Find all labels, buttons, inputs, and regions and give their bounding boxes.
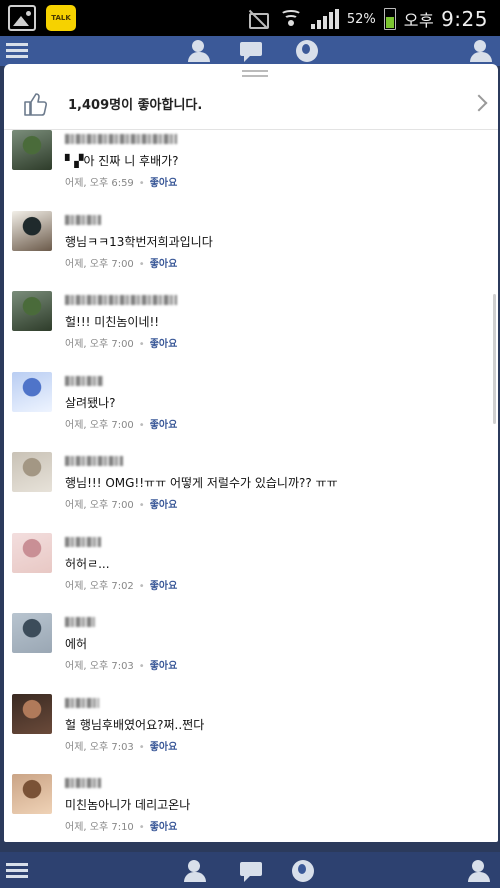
comment-meta: 어제, 오후 7:10 • 좋아요 — [65, 822, 178, 833]
like-link[interactable]: 좋아요 — [150, 420, 178, 431]
comment-text: 허허ㄹ... — [65, 556, 110, 571]
comment-text: 행님!!! OMG!!ㅠㅠ 어떻게 저럴수가 있습니까?? ㅠㅠ — [65, 476, 338, 490]
comment-item: 살려됐나? 어제, 오후 7:00 • 좋아요 — [4, 371, 498, 453]
comment-item: ▘▞아 진짜 니 후배가? 어제, 오후 6:59 • 좋아요 — [4, 130, 498, 211]
comment-text: 행님ㅋㅋ13학번저희과입니다 — [65, 234, 213, 249]
comment-meta: 어제, 오후 7:03 • 좋아요 — [65, 741, 178, 753]
menu-icon[interactable] — [6, 40, 32, 62]
comment-time: 어제, 오후 6:59 — [65, 178, 134, 189]
comment-item: 헐!!! 미친놈이네!! 어제, 오후 7:00 • 좋아요 — [4, 291, 498, 372]
clock-ampm: 오후 — [403, 11, 435, 30]
avatar[interactable] — [12, 130, 52, 170]
comment-meta: 어제, 오후 7:03 • 좋아요 — [65, 661, 178, 672]
comment-item: 에허 어제, 오후 7:03 • 좋아요 — [4, 613, 498, 694]
comment-text: ▘▞아 진짜 니 후배가? — [65, 154, 179, 168]
like-link[interactable]: 좋아요 — [150, 581, 178, 592]
like-link[interactable]: 좋아요 — [150, 822, 178, 833]
comment-meta: 어제, 오후 7:00 • 좋아요 — [65, 500, 178, 511]
comment-time: 어제, 오후 7:00 — [65, 258, 134, 270]
comment-meta: 어제, 오후 7:00 • 좋아요 — [65, 419, 178, 431]
mute-icon — [247, 9, 271, 29]
friends-icon[interactable] — [182, 860, 210, 882]
comment-item: 헐 행님후배였어요?쩌..쩐다 어제, 오후 7:03 • 좋아요 — [4, 693, 498, 775]
commenter-name-blurred[interactable] — [65, 214, 101, 225]
notifications-globe-icon[interactable] — [290, 860, 316, 882]
commenter-name-blurred[interactable] — [65, 134, 177, 144]
avatar[interactable] — [12, 210, 52, 251]
comment-time: 어제, 오후 7:10 — [65, 822, 134, 833]
comment-item: 행님!!! OMG!!ㅠㅠ 어떻게 저럴수가 있습니까?? ㅠㅠ 어제, 오후 … — [4, 452, 498, 533]
gallery-icon — [8, 5, 36, 31]
comment-item: 행님ㅋㅋ13학번저희과입니다 어제, 오후 7:00 • 좋아요 — [4, 210, 498, 292]
thumbs-up-icon — [22, 91, 48, 117]
commenter-name-blurred[interactable] — [65, 536, 101, 547]
scrollbar-thumb[interactable] — [493, 294, 496, 424]
commenter-name-blurred[interactable] — [65, 778, 101, 788]
comment-text: 에허 — [65, 637, 88, 651]
avatar[interactable] — [12, 532, 52, 573]
notifications-globe-icon[interactable] — [294, 40, 320, 62]
avatar[interactable] — [12, 291, 52, 331]
comment-item: 허허ㄹ... 어제, 오후 7:02 • 좋아요 — [4, 532, 498, 614]
commenter-name-blurred[interactable] — [65, 456, 123, 466]
comment-text: 살려됐나? — [65, 395, 116, 410]
friend-requests-icon[interactable] — [468, 860, 494, 882]
comment-time: 어제, 오후 7:03 — [65, 741, 134, 753]
comment-time: 어제, 오후 7:00 — [65, 419, 134, 431]
comment-meta: 어제, 오후 7:00 • 좋아요 — [65, 258, 178, 270]
commenter-name-blurred[interactable] — [65, 375, 103, 386]
drag-handle[interactable] — [242, 70, 268, 78]
clock-time: 9:25 — [441, 7, 488, 31]
avatar[interactable] — [12, 774, 52, 814]
status-bar: TALK 52% 오후 9:25 — [0, 0, 500, 36]
comment-text: 헐!!! 미친놈이네!! — [65, 315, 160, 329]
likes-comments-panel: 1,409명이 좋아합니다. ▘▞아 진짜 니 후배가? 어제, 오후 6:59… — [4, 64, 498, 842]
comment-time: 어제, 오후 7:00 — [65, 339, 134, 350]
like-link[interactable]: 좋아요 — [150, 661, 178, 672]
comment-item: 미친놈아니가 데리고온나 어제, 오후 7:10 • 좋아요 — [4, 774, 498, 842]
avatar[interactable] — [12, 371, 52, 412]
comment-text: 미친놈아니가 데리고온나 — [65, 798, 191, 812]
battery-icon — [383, 8, 396, 30]
commenter-name-blurred[interactable] — [65, 697, 99, 708]
avatar[interactable] — [12, 693, 52, 734]
like-link[interactable]: 좋아요 — [150, 178, 178, 189]
commenter-name-blurred[interactable] — [65, 617, 95, 627]
wifi-icon — [279, 8, 303, 30]
friend-requests-icon[interactable] — [470, 40, 496, 62]
avatar[interactable] — [12, 613, 52, 653]
comment-time: 어제, 오후 7:00 — [65, 500, 134, 511]
menu-icon[interactable] — [6, 860, 32, 882]
app-bar-top — [0, 36, 500, 66]
battery-percent: 52% — [346, 11, 376, 27]
comment-meta: 어제, 오후 6:59 • 좋아요 — [65, 178, 178, 189]
app-bar-bottom — [0, 852, 500, 888]
signal-icon — [310, 9, 339, 29]
clock: 오후 9:25 — [404, 7, 488, 31]
comment-meta: 어제, 오후 7:02 • 좋아요 — [65, 580, 178, 592]
likes-summary-row[interactable]: 1,409명이 좋아합니다. — [4, 78, 498, 130]
friends-icon[interactable] — [186, 40, 214, 62]
commenter-name-blurred[interactable] — [65, 295, 177, 305]
comment-time: 어제, 오후 7:03 — [65, 661, 134, 672]
like-link[interactable]: 좋아요 — [150, 339, 178, 350]
avatar[interactable] — [12, 452, 52, 492]
like-link[interactable]: 좋아요 — [150, 742, 178, 753]
comment-meta: 어제, 오후 7:00 • 좋아요 — [65, 339, 178, 350]
messages-icon[interactable] — [238, 860, 264, 882]
comment-text: 헐 행님후배였어요?쩌..쩐다 — [65, 717, 205, 732]
like-link[interactable]: 좋아요 — [150, 500, 178, 511]
comments-list: ▘▞아 진짜 니 후배가? 어제, 오후 6:59 • 좋아요 행님ㅋㅋ13학번저희… — [4, 130, 498, 842]
kakaotalk-icon: TALK — [46, 5, 76, 31]
like-link[interactable]: 좋아요 — [150, 259, 178, 270]
comment-time: 어제, 오후 7:02 — [65, 580, 134, 592]
messages-icon[interactable] — [238, 40, 264, 62]
chevron-right-icon[interactable] — [470, 92, 490, 114]
likes-count-text: 1,409명이 좋아합니다. — [68, 98, 203, 113]
